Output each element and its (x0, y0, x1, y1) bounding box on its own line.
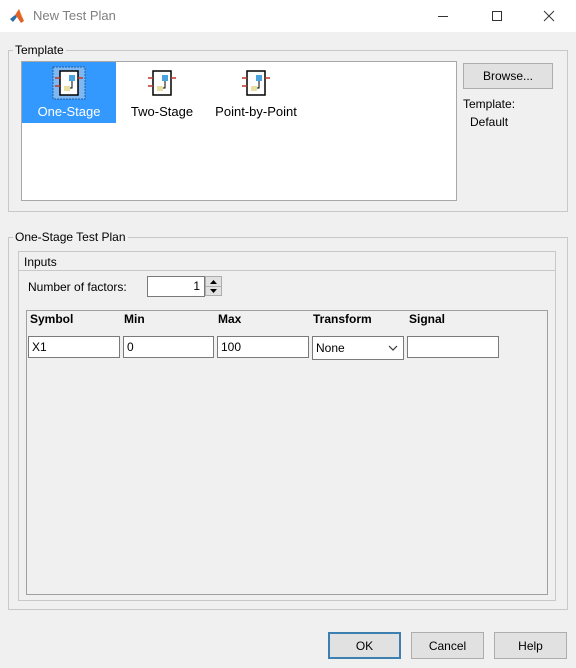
factors-label: Number of factors: (28, 280, 127, 294)
column-header-max: Max (218, 312, 242, 326)
template-caption: Template: (463, 97, 516, 111)
close-button[interactable] (526, 0, 572, 32)
template-list[interactable]: One-Stage Two-Stage Point-by-Point (21, 61, 457, 201)
template-group-title: Template (13, 43, 66, 57)
maximize-button[interactable] (474, 0, 520, 32)
factors-input[interactable]: 1 (147, 276, 205, 297)
cancel-button[interactable]: Cancel (411, 632, 484, 659)
browse-button[interactable]: Browse... (463, 63, 553, 89)
chevron-down-icon (210, 289, 217, 293)
matlab-logo-icon (9, 8, 25, 24)
inputs-title: Inputs (24, 255, 57, 269)
transform-value: None (316, 341, 345, 355)
stepper-up-button[interactable] (205, 276, 222, 286)
one-stage-plan-icon (52, 66, 86, 100)
stepper-down-button[interactable] (205, 286, 222, 296)
column-header-symbol: Symbol (30, 312, 74, 326)
max-field[interactable]: 100 (217, 336, 309, 358)
inputs-panel-header: Inputs (18, 251, 556, 271)
test-plan-group-title: One-Stage Test Plan (13, 230, 128, 244)
min-field[interactable]: 0 (123, 336, 214, 358)
signal-field[interactable] (407, 336, 499, 358)
transform-select[interactable]: None (312, 336, 404, 360)
template-item-label: One-Stage (37, 104, 101, 119)
symbol-field[interactable]: X1 (28, 336, 120, 358)
point-by-point-plan-icon (242, 70, 270, 96)
dropdown-arrow[interactable] (387, 337, 399, 359)
minimize-button[interactable] (420, 0, 466, 32)
column-header-signal: Signal (409, 312, 446, 326)
column-header-transform: Transform (313, 312, 372, 326)
template-item-label: Point-by-Point (215, 104, 297, 119)
template-item-label: Two-Stage (130, 104, 194, 119)
title-bar: New Test Plan (0, 0, 576, 32)
template-item-one-stage[interactable]: One-Stage (22, 62, 116, 123)
close-icon (543, 10, 555, 22)
maximize-icon (492, 11, 502, 21)
column-header-min: Min (124, 312, 145, 326)
template-value: Default (470, 115, 509, 129)
factors-stepper (205, 276, 222, 297)
minimize-icon (438, 16, 448, 17)
template-item-two-stage[interactable]: Two-Stage (122, 62, 202, 123)
chevron-down-icon (388, 345, 398, 351)
window-title: New Test Plan (33, 8, 116, 23)
two-stage-plan-icon (148, 70, 176, 96)
ok-button[interactable]: OK (328, 632, 401, 659)
help-button[interactable]: Help (494, 632, 567, 659)
template-item-point-by-point[interactable]: Point-by-Point (208, 62, 304, 123)
chevron-up-icon (210, 279, 217, 284)
